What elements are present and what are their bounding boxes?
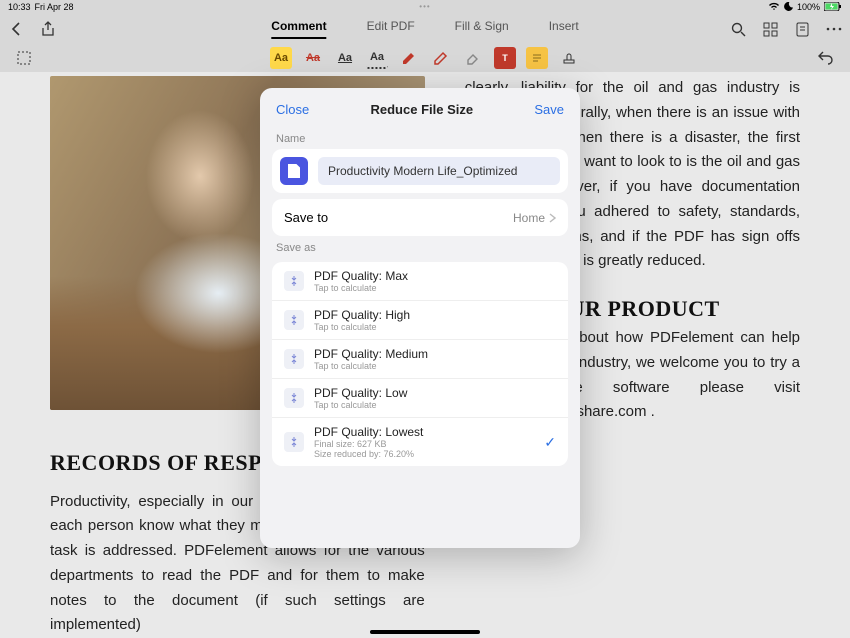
compress-icon bbox=[284, 349, 304, 369]
status-bar: 10:33 Fri Apr 28 ••• 100% bbox=[0, 0, 850, 14]
save-to-label: Save to bbox=[284, 210, 328, 225]
notch-dots: ••• bbox=[419, 2, 430, 11]
modal-save-button[interactable]: Save bbox=[534, 102, 564, 117]
pen-tool[interactable] bbox=[398, 47, 420, 69]
undo-icon[interactable] bbox=[816, 48, 836, 68]
pdf-file-icon bbox=[280, 157, 308, 185]
textbox-tool[interactable]: T bbox=[494, 47, 516, 69]
quality-sub: Tap to calculate bbox=[314, 322, 410, 332]
status-date: Fri Apr 28 bbox=[35, 2, 74, 12]
quality-sub: Tap to calculate bbox=[314, 361, 428, 371]
wifi-icon bbox=[768, 1, 780, 13]
save-to-value: Home bbox=[513, 211, 545, 225]
compress-icon bbox=[284, 388, 304, 408]
name-section-label: Name bbox=[260, 127, 580, 149]
quality-title: PDF Quality: Max bbox=[314, 269, 408, 283]
annotation-toolbar: Aa Aa Aa Aa T bbox=[0, 44, 850, 72]
top-toolbar: Comment Edit PDF Fill & Sign Insert bbox=[0, 14, 850, 44]
compress-icon bbox=[284, 310, 304, 330]
search-icon[interactable] bbox=[728, 19, 748, 39]
battery-icon bbox=[824, 2, 842, 13]
modal-close-button[interactable]: Close bbox=[276, 102, 309, 117]
tab-edit-pdf[interactable]: Edit PDF bbox=[367, 19, 415, 39]
thumbnails-icon[interactable] bbox=[760, 19, 780, 39]
quality-option[interactable]: PDF Quality: MaxTap to calculate bbox=[272, 262, 568, 301]
home-indicator bbox=[370, 630, 480, 634]
sticky-note-tool[interactable] bbox=[526, 47, 548, 69]
selection-tool-icon[interactable] bbox=[14, 48, 34, 68]
quality-title: PDF Quality: High bbox=[314, 308, 410, 322]
stamp-tool[interactable] bbox=[558, 47, 580, 69]
check-icon: ✓ bbox=[544, 434, 556, 451]
reduce-file-size-dialog: Close Reduce File Size Save Name Save to… bbox=[260, 88, 580, 548]
compress-icon bbox=[284, 432, 304, 452]
quality-sub: Final size: 627 KBSize reduced by: 76.20… bbox=[314, 439, 423, 459]
quality-title: PDF Quality: Lowest bbox=[314, 425, 423, 439]
back-icon[interactable] bbox=[6, 19, 26, 39]
strikethrough-tool[interactable]: Aa bbox=[302, 47, 324, 69]
quality-sub: Tap to calculate bbox=[314, 283, 408, 293]
quality-list: PDF Quality: MaxTap to calculatePDF Qual… bbox=[272, 262, 568, 466]
underline-tool[interactable]: Aa bbox=[334, 47, 356, 69]
compress-icon bbox=[284, 271, 304, 291]
save-to-row[interactable]: Save to Home bbox=[272, 199, 568, 236]
quality-title: PDF Quality: Low bbox=[314, 386, 407, 400]
quality-title: PDF Quality: Medium bbox=[314, 347, 428, 361]
chevron-right-icon bbox=[549, 213, 556, 223]
quality-option[interactable]: PDF Quality: LowTap to calculate bbox=[272, 379, 568, 418]
more-icon[interactable] bbox=[824, 19, 844, 39]
status-time: 10:33 bbox=[8, 2, 31, 12]
share-icon[interactable] bbox=[38, 19, 58, 39]
quality-sub: Tap to calculate bbox=[314, 400, 407, 410]
squiggly-tool[interactable]: Aa bbox=[366, 47, 388, 69]
quality-option[interactable]: PDF Quality: MediumTap to calculate bbox=[272, 340, 568, 379]
marker-tool[interactable] bbox=[430, 47, 452, 69]
moon-icon bbox=[784, 2, 793, 13]
filename-row bbox=[272, 149, 568, 193]
quality-option[interactable]: PDF Quality: HighTap to calculate bbox=[272, 301, 568, 340]
eraser-tool[interactable] bbox=[462, 47, 484, 69]
modal-title: Reduce File Size bbox=[371, 102, 474, 117]
tab-insert[interactable]: Insert bbox=[549, 19, 579, 39]
tab-fill-sign[interactable]: Fill & Sign bbox=[455, 19, 509, 39]
battery-pct: 100% bbox=[797, 2, 820, 12]
bookmark-icon[interactable] bbox=[792, 19, 812, 39]
filename-input[interactable] bbox=[318, 157, 560, 185]
tab-comment[interactable]: Comment bbox=[271, 19, 326, 39]
quality-option[interactable]: PDF Quality: LowestFinal size: 627 KBSiz… bbox=[272, 418, 568, 466]
highlight-tool[interactable]: Aa bbox=[270, 47, 292, 69]
save-as-section-label: Save as bbox=[260, 236, 580, 258]
